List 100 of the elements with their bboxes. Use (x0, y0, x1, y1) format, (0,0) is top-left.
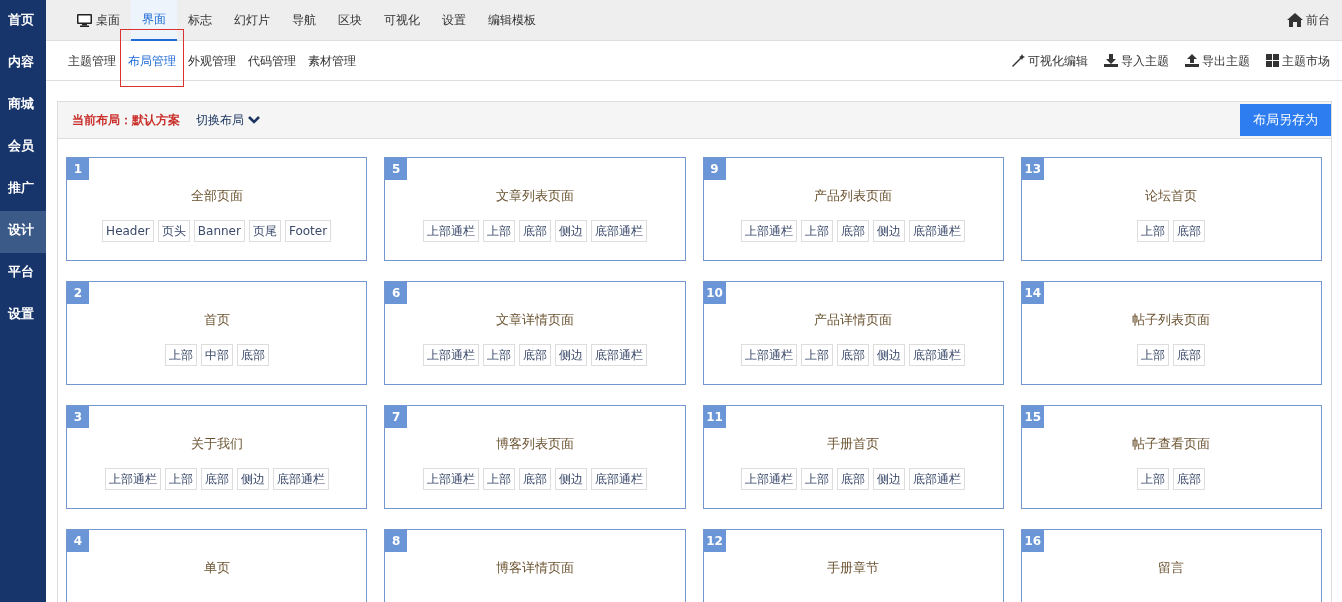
region-tag[interactable]: 底部通栏 (590, 467, 647, 490)
nav-tab[interactable]: 设置 (431, 0, 477, 41)
sidebar-item[interactable]: 平台 (0, 253, 46, 295)
region-tag[interactable]: 上部 (164, 343, 197, 366)
region-tag[interactable]: Header (102, 219, 154, 242)
sidebar-item[interactable]: 推广 (0, 169, 46, 211)
layout-card[interactable]: 11 手册首页 上部通栏 上部 底部 侧边 底部通栏 (702, 405, 1004, 509)
region-tag[interactable]: 底部通栏 (590, 343, 647, 366)
region-tag[interactable]: 中部 (200, 343, 233, 366)
toolbar-link[interactable]: 可视化编辑 (1012, 51, 1088, 70)
frontend-link[interactable]: 前台 (1287, 11, 1330, 29)
sidebar-item[interactable]: 设置 (0, 295, 46, 337)
region-tag[interactable]: 侧边 (873, 467, 906, 490)
region-tag[interactable]: Banner (193, 219, 245, 242)
region-tag[interactable]: 侧边 (236, 467, 269, 490)
sidebar-item[interactable]: 内容 (0, 43, 46, 85)
region-tag[interactable]: 底部 (837, 343, 870, 366)
region-tag[interactable]: 上部通栏 (741, 467, 798, 490)
region-tag[interactable]: 侧边 (554, 343, 587, 366)
region-tag[interactable]: 上部 (164, 467, 197, 490)
region-tag[interactable]: 底部 (837, 467, 870, 490)
region-tag[interactable]: 底部 (518, 343, 551, 366)
region-tag[interactable]: 底部 (837, 219, 870, 242)
region-tag[interactable]: 上部 (1137, 343, 1170, 366)
sidebar-item[interactable]: 设计 (0, 211, 46, 253)
layout-card[interactable]: 3 关于我们 上部通栏 上部 底部 侧边 底部通栏 (66, 405, 368, 509)
layout-card[interactable]: 10 产品详情页面 上部通栏 上部 底部 侧边 底部通栏 (702, 281, 1004, 385)
nav-tab[interactable]: 界面 (131, 0, 177, 41)
nav-tab[interactable]: 区块 (327, 0, 373, 41)
sub-tab[interactable]: 布局管理 (122, 40, 182, 81)
region-tag[interactable]: 底部通栏 (272, 467, 329, 490)
region-tag[interactable]: 上部通栏 (741, 219, 798, 242)
region-tag[interactable]: 底部通栏 (909, 467, 966, 490)
sidebar-item[interactable]: 会员 (0, 127, 46, 169)
layout-card[interactable]: 14 帖子列表页面 上部 底部 (1020, 281, 1322, 385)
sidebar-item[interactable]: 首页 (0, 1, 46, 43)
card-title: 博客列表页面 (495, 435, 574, 453)
region-tag[interactable]: 上部 (801, 343, 834, 366)
region-tag[interactable]: 上部 (801, 467, 834, 490)
nav-tab[interactable]: 导航 (281, 0, 327, 41)
region-tag[interactable]: 上部 (801, 219, 834, 242)
region-tag[interactable]: 侧边 (873, 219, 906, 242)
region-tag[interactable]: 侧边 (554, 467, 587, 490)
sub-tab[interactable]: 主题管理 (62, 40, 122, 81)
card-number: 9 (703, 158, 726, 180)
layout-card[interactable]: 12 手册章节 (702, 529, 1004, 602)
layout-card[interactable]: 4 单页 (66, 529, 368, 602)
card-title: 产品详情页面 (814, 311, 893, 329)
region-tag[interactable]: 上部 (482, 219, 515, 242)
save-as-button[interactable]: 布局另存为 (1240, 104, 1331, 136)
layout-card[interactable]: 7 博客列表页面 上部通栏 上部 底部 侧边 底部通栏 (384, 405, 686, 509)
layout-card[interactable]: 2 首页 上部 中部 底部 (66, 281, 368, 385)
layout-card[interactable]: 6 文章详情页面 上部通栏 上部 底部 侧边 底部通栏 (384, 281, 686, 385)
region-tag[interactable]: 上部 (482, 343, 515, 366)
nav-tab[interactable]: 桌面 (66, 0, 131, 41)
nav-tab[interactable]: 编辑模板 (477, 0, 547, 41)
region-tag[interactable]: 底部通栏 (590, 219, 647, 242)
card-title: 手册章节 (827, 559, 880, 577)
region-tag[interactable]: 上部通栏 (422, 219, 479, 242)
region-tag[interactable]: 底部 (1173, 343, 1206, 366)
sidebar-item[interactable]: 商城 (0, 85, 46, 127)
region-tag[interactable]: 底部 (1173, 219, 1206, 242)
region-tag[interactable]: 底部通栏 (909, 343, 966, 366)
region-tag[interactable]: 底部 (518, 219, 551, 242)
sub-tab[interactable]: 外观管理 (182, 40, 242, 81)
region-tag[interactable]: 底部 (1173, 467, 1206, 490)
layout-card[interactable]: 9 产品列表页面 上部通栏 上部 底部 侧边 底部通栏 (702, 157, 1004, 261)
sub-tab[interactable]: 素材管理 (302, 40, 362, 81)
region-tag[interactable]: 上部 (1137, 219, 1170, 242)
toolbar-link[interactable]: 主题市场 (1266, 51, 1330, 70)
switch-layout-dropdown[interactable]: 切换布局 (196, 111, 260, 129)
region-tag[interactable]: 底部 (200, 467, 233, 490)
region-tag[interactable]: 侧边 (554, 219, 587, 242)
card-title: 论坛首页 (1145, 187, 1198, 205)
region-tag[interactable]: 上部 (482, 467, 515, 490)
region-tag[interactable]: 上部通栏 (422, 343, 479, 366)
nav-tab[interactable]: 幻灯片 (223, 0, 281, 41)
nav-tab[interactable]: 可视化 (373, 0, 431, 41)
nav-tab[interactable]: 标志 (177, 0, 223, 41)
layout-card[interactable]: 8 博客详情页面 (384, 529, 686, 602)
region-tag[interactable]: 侧边 (873, 343, 906, 366)
layout-card[interactable]: 16 留言 (1020, 529, 1322, 602)
region-tag[interactable]: 上部 (1137, 467, 1170, 490)
region-tag[interactable]: 上部通栏 (104, 467, 161, 490)
region-tag[interactable]: 页尾 (248, 219, 281, 242)
region-tag[interactable]: 底部 (518, 467, 551, 490)
toolbar-link[interactable]: 导入主题 (1104, 51, 1169, 70)
layout-card[interactable]: 1 全部页面 Header 页头 Banner 页尾 Footer (66, 157, 368, 261)
region-tag[interactable]: Footer (284, 219, 332, 242)
card-title: 关于我们 (190, 435, 243, 453)
toolbar-link[interactable]: 导出主题 (1185, 51, 1250, 70)
region-tag[interactable]: 上部通栏 (422, 467, 479, 490)
region-tag[interactable]: 页头 (157, 219, 190, 242)
layout-card[interactable]: 5 文章列表页面 上部通栏 上部 底部 侧边 底部通栏 (384, 157, 686, 261)
sub-tab[interactable]: 代码管理 (242, 40, 302, 81)
region-tag[interactable]: 上部通栏 (741, 343, 798, 366)
region-tag[interactable]: 底部通栏 (909, 219, 966, 242)
layout-card[interactable]: 13 论坛首页 上部 底部 (1020, 157, 1322, 261)
layout-card[interactable]: 15 帖子查看页面 上部 底部 (1020, 405, 1322, 509)
region-tag[interactable]: 底部 (236, 343, 269, 366)
